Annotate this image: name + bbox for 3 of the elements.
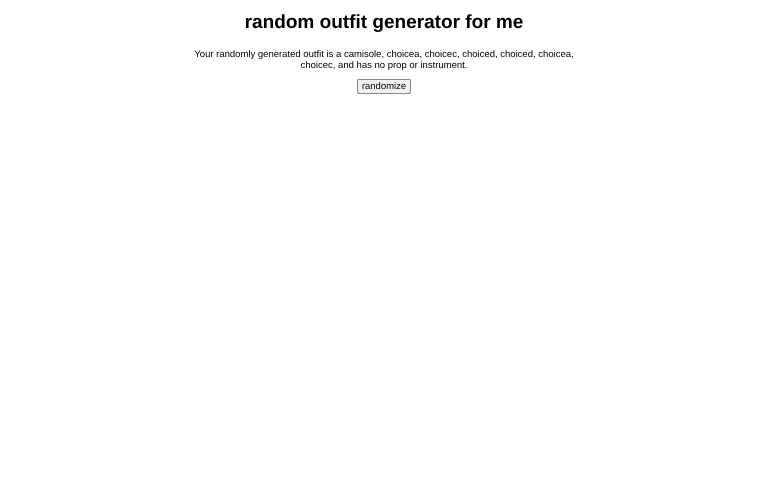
outfit-description: Your randomly generated outfit is a camisole, choicea, choicec, choiced, choiced, choicea, choicec, and has no prop or instrument.	[193, 49, 575, 71]
page-title: random outfit generator for me	[244, 12, 524, 34]
randomize-button[interactable]: randomize	[356, 79, 412, 94]
